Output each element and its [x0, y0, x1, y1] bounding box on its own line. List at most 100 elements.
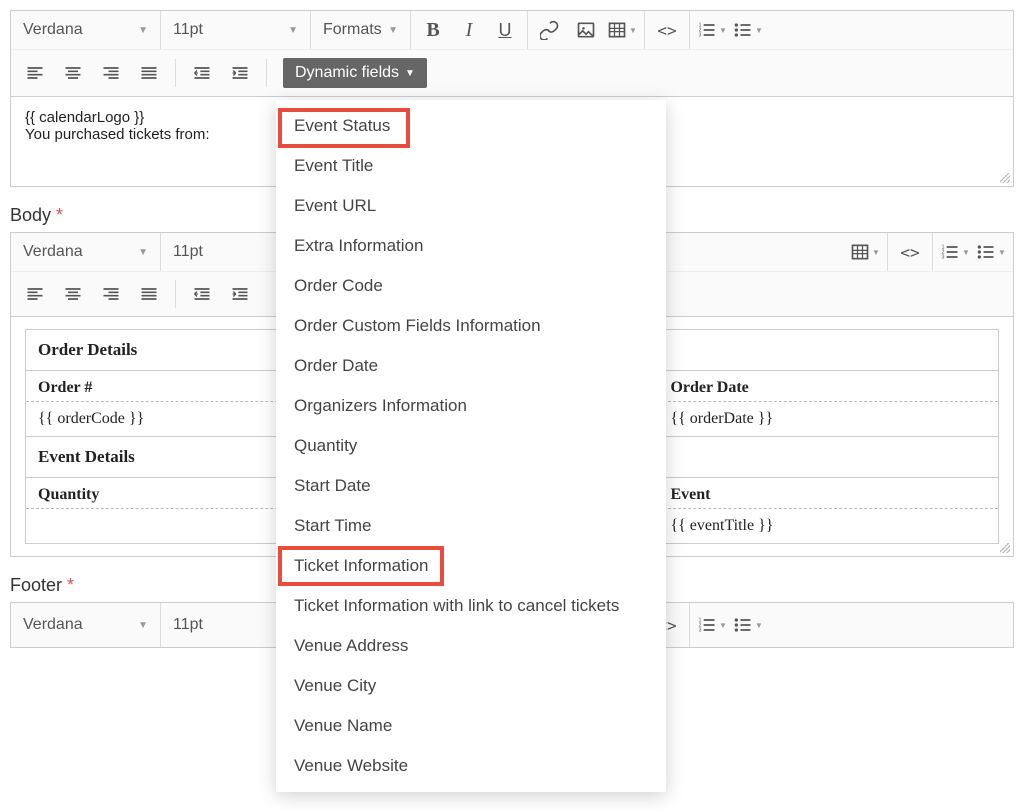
- table-group: ▼: [843, 233, 888, 271]
- align-right-icon: [101, 284, 121, 304]
- source-code-button[interactable]: <>: [649, 12, 685, 48]
- unordered-list-button[interactable]: ▼: [973, 234, 1009, 270]
- dropdown-item[interactable]: Event Title: [276, 146, 666, 186]
- font-family-select[interactable]: Verdana ▼: [11, 11, 161, 49]
- source-code-button[interactable]: <>: [892, 234, 928, 270]
- caret-icon: ▼: [138, 247, 148, 258]
- font-family-label: Verdana: [23, 616, 83, 634]
- outdent-button[interactable]: [184, 55, 220, 91]
- ordered-list-button[interactable]: 123 ▼: [937, 234, 973, 270]
- align-right-button[interactable]: [93, 276, 129, 312]
- dropdown-item[interactable]: Order Custom Fields Information: [276, 306, 666, 346]
- link-button[interactable]: [532, 12, 568, 48]
- unordered-list-icon: [733, 615, 753, 635]
- caret-icon: ▼: [998, 248, 1006, 257]
- dropdown-item[interactable]: Venue Website: [276, 746, 666, 786]
- dropdown-item[interactable]: Order Code: [276, 266, 666, 306]
- ordered-list-icon: 123: [697, 20, 717, 40]
- image-button[interactable]: [568, 12, 604, 48]
- dropdown-item[interactable]: Organizers Information: [276, 386, 666, 426]
- dropdown-item[interactable]: Order Date: [276, 346, 666, 386]
- align-left-icon: [25, 63, 45, 83]
- dropdown-item[interactable]: Venue Address: [276, 626, 666, 666]
- dropdown-item[interactable]: Event Status: [276, 106, 666, 146]
- align-center-button[interactable]: [55, 276, 91, 312]
- table-button[interactable]: ▼: [847, 234, 883, 270]
- font-size-label: 11pt: [173, 616, 203, 634]
- font-family-select[interactable]: Verdana ▼: [11, 603, 161, 647]
- dropdown-item[interactable]: Extra Information: [276, 226, 666, 266]
- align-justify-button[interactable]: [131, 276, 167, 312]
- list-group: 123 ▼ ▼: [933, 233, 1013, 271]
- formats-select[interactable]: Formats ▼: [311, 11, 411, 49]
- indent-button[interactable]: [222, 55, 258, 91]
- caret-icon: ▼: [388, 25, 398, 36]
- align-center-icon: [63, 284, 83, 304]
- ordered-list-icon: 123: [697, 615, 717, 635]
- caret-icon: ▼: [138, 25, 148, 36]
- separator: [266, 59, 267, 87]
- caret-icon: ▼: [755, 26, 763, 35]
- resize-handle[interactable]: [999, 542, 1011, 554]
- dropdown-item[interactable]: Event URL: [276, 186, 666, 226]
- caret-icon: ▼: [629, 26, 637, 35]
- dropdown-item[interactable]: Quantity: [276, 426, 666, 466]
- font-size-select[interactable]: 11pt ▼: [161, 11, 311, 49]
- table-button[interactable]: ▼: [604, 12, 640, 48]
- font-family-label: Verdana: [23, 243, 83, 261]
- event-title-value: {{ eventTitle }}: [658, 509, 998, 543]
- caret-icon: ▼: [138, 620, 148, 631]
- code-group: <>: [645, 11, 690, 49]
- resize-handle[interactable]: [999, 172, 1011, 184]
- font-size-label: 11pt: [173, 21, 203, 39]
- list-group: 123 ▼ ▼: [690, 11, 770, 49]
- align-left-icon: [25, 284, 45, 304]
- svg-text:3: 3: [942, 255, 945, 261]
- align-center-button[interactable]: [55, 55, 91, 91]
- caret-icon: ▼: [872, 248, 880, 257]
- italic-button[interactable]: I: [451, 12, 487, 48]
- dropdown-item[interactable]: Ticket Information with link to cancel t…: [276, 586, 666, 626]
- align-right-button[interactable]: [93, 55, 129, 91]
- align-left-button[interactable]: [17, 276, 53, 312]
- link-icon: [540, 20, 560, 40]
- header-toolbar: Verdana ▼ 11pt ▼ Formats ▼ B I U ▼: [10, 10, 1014, 97]
- caret-icon: ▼: [405, 68, 415, 79]
- insert-group: ▼: [528, 11, 645, 49]
- body-label-text: Body: [10, 205, 51, 225]
- font-size-label: 11pt: [173, 243, 203, 261]
- dynamic-fields-button[interactable]: Dynamic fields ▼: [283, 58, 427, 88]
- image-icon: [576, 20, 596, 40]
- dropdown-item[interactable]: Venue Name: [276, 706, 666, 746]
- indent-icon: [230, 284, 250, 304]
- align-left-button[interactable]: [17, 55, 53, 91]
- ordered-list-button[interactable]: 123 ▼: [694, 607, 730, 643]
- formats-label: Formats: [323, 21, 382, 39]
- font-family-label: Verdana: [23, 21, 83, 39]
- svg-text:3: 3: [699, 628, 702, 634]
- indent-button[interactable]: [222, 276, 258, 312]
- align-center-icon: [63, 63, 83, 83]
- ordered-list-icon: 123: [940, 242, 960, 262]
- font-family-select[interactable]: Verdana ▼: [11, 233, 161, 271]
- align-justify-icon: [139, 63, 159, 83]
- event-label: Event: [658, 478, 998, 509]
- dropdown-item[interactable]: Ticket Information: [276, 546, 666, 586]
- underline-button[interactable]: U: [487, 12, 523, 48]
- unordered-list-button[interactable]: ▼: [730, 607, 766, 643]
- ordered-list-button[interactable]: 123 ▼: [694, 12, 730, 48]
- table-icon: [850, 242, 870, 262]
- unordered-list-icon: [976, 242, 996, 262]
- align-justify-button[interactable]: [131, 55, 167, 91]
- bold-button[interactable]: B: [415, 12, 451, 48]
- unordered-list-button[interactable]: ▼: [730, 12, 766, 48]
- unordered-list-icon: [733, 20, 753, 40]
- outdent-button[interactable]: [184, 276, 220, 312]
- dropdown-item[interactable]: Venue City: [276, 666, 666, 706]
- dropdown-item[interactable]: Start Time: [276, 506, 666, 546]
- code-group: <>: [888, 233, 933, 271]
- text-style-group: B I U: [411, 11, 528, 49]
- order-date-label: Order Date: [658, 371, 998, 402]
- separator: [175, 280, 176, 308]
- dropdown-item[interactable]: Start Date: [276, 466, 666, 506]
